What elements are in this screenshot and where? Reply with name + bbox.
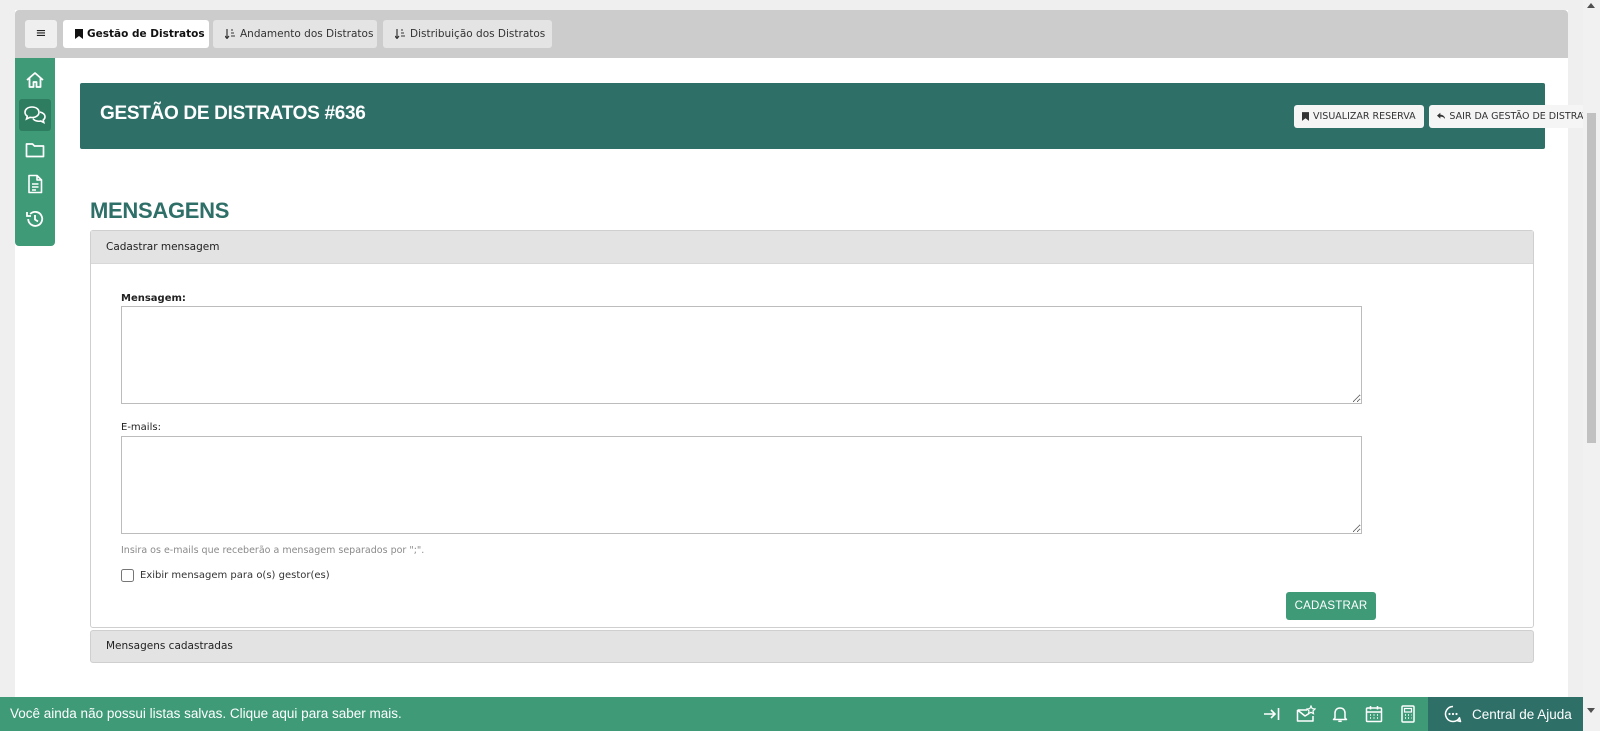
document-icon — [28, 174, 43, 194]
tab-label: Distribuição dos Distratos — [410, 28, 546, 40]
tab-distribuicao-distratos[interactable]: Distribuição dos Distratos — [383, 20, 552, 48]
button-label: VISUALIZAR RESERVA — [1313, 111, 1416, 122]
tab-gestao-distratos[interactable]: Gestão de Distratos — [63, 20, 209, 48]
section-title: MENSAGENS — [90, 198, 230, 223]
help-center-label: Central de Ajuda — [1472, 706, 1572, 722]
history-icon — [26, 211, 44, 227]
show-to-managers-checkbox[interactable] — [121, 569, 134, 582]
home-icon — [26, 72, 44, 88]
sidebar-item-home[interactable] — [19, 64, 51, 96]
bookmark-icon — [75, 29, 83, 39]
hamburger-icon: ≡ — [35, 26, 47, 41]
emails-textarea[interactable] — [121, 436, 1362, 534]
bookmark-icon — [1302, 112, 1309, 121]
show-to-managers-option: Exibir mensagem para o(s) gestor(es) — [121, 569, 330, 582]
collapse-right-icon[interactable] — [1262, 704, 1282, 724]
checkbox-label: Exibir mensagem para o(s) gestor(es) — [140, 570, 330, 581]
reply-icon — [1437, 112, 1446, 120]
message-textarea[interactable] — [121, 306, 1362, 404]
scroll-thumb[interactable] — [1587, 113, 1596, 443]
scroll-down-arrow-icon[interactable] — [1587, 708, 1595, 713]
button-label: SAIR DA GESTÃO DE DISTRATO — [1449, 111, 1596, 122]
chat-icon — [24, 106, 46, 124]
page-header: GESTÃO DE DISTRATOS #636 VISUALIZAR RESE… — [80, 83, 1600, 149]
page-scrollbar[interactable] — [1583, 0, 1600, 731]
help-center-button[interactable]: Central de Ajuda — [1428, 697, 1583, 731]
emails-label: E-mails: — [121, 422, 161, 433]
register-button[interactable]: CADASTRAR — [1286, 592, 1376, 620]
view-reservation-button[interactable]: VISUALIZAR RESERVA — [1294, 105, 1424, 128]
sort-icon — [395, 29, 405, 39]
footer-bar: Você ainda não possui listas salvas. Cli… — [0, 697, 1583, 731]
calculator-icon[interactable] — [1398, 704, 1418, 724]
tab-label: Gestão de Distratos — [87, 28, 205, 40]
page-title: GESTÃO DE DISTRATOS #636 — [100, 103, 366, 124]
sidebar-item-history[interactable] — [19, 203, 51, 235]
bell-icon[interactable] — [1330, 704, 1350, 724]
registered-messages-panel-header[interactable]: Mensagens cadastradas — [90, 630, 1534, 663]
sidebar-item-files[interactable] — [19, 134, 51, 166]
panel-header[interactable]: Cadastrar mensagem — [91, 231, 1533, 264]
sidebar-item-documents[interactable] — [19, 168, 51, 200]
side-nav — [15, 58, 55, 246]
tab-andamento-distratos[interactable]: Andamento dos Distratos — [213, 20, 377, 48]
new-message-panel: Cadastrar mensagem Mensagem: E-mails: In… — [90, 230, 1534, 628]
menu-toggle-button[interactable]: ≡ — [25, 20, 57, 48]
exit-management-button[interactable]: SAIR DA GESTÃO DE DISTRATO — [1429, 105, 1600, 128]
tab-label: Andamento dos Distratos — [240, 28, 374, 40]
tab-bar: ≡ Gestão de Distratos Andamento dos Dist… — [15, 10, 1568, 58]
mail-star-icon[interactable] — [1296, 704, 1316, 724]
sort-icon — [225, 29, 235, 39]
scroll-up-arrow-icon[interactable] — [1587, 3, 1595, 8]
sidebar-item-messages[interactable] — [19, 99, 51, 131]
saved-lists-notice[interactable]: Você ainda não possui listas salvas. Cli… — [10, 697, 402, 731]
emails-help-text: Insira os e-mails que receberão a mensag… — [121, 545, 425, 556]
folder-icon — [25, 143, 45, 158]
calendar-icon[interactable] — [1364, 704, 1384, 724]
message-label: Mensagem: — [121, 293, 186, 304]
chat-dots-icon — [1444, 705, 1462, 723]
app-frame: ≡ Gestão de Distratos Andamento dos Dist… — [15, 10, 1600, 697]
